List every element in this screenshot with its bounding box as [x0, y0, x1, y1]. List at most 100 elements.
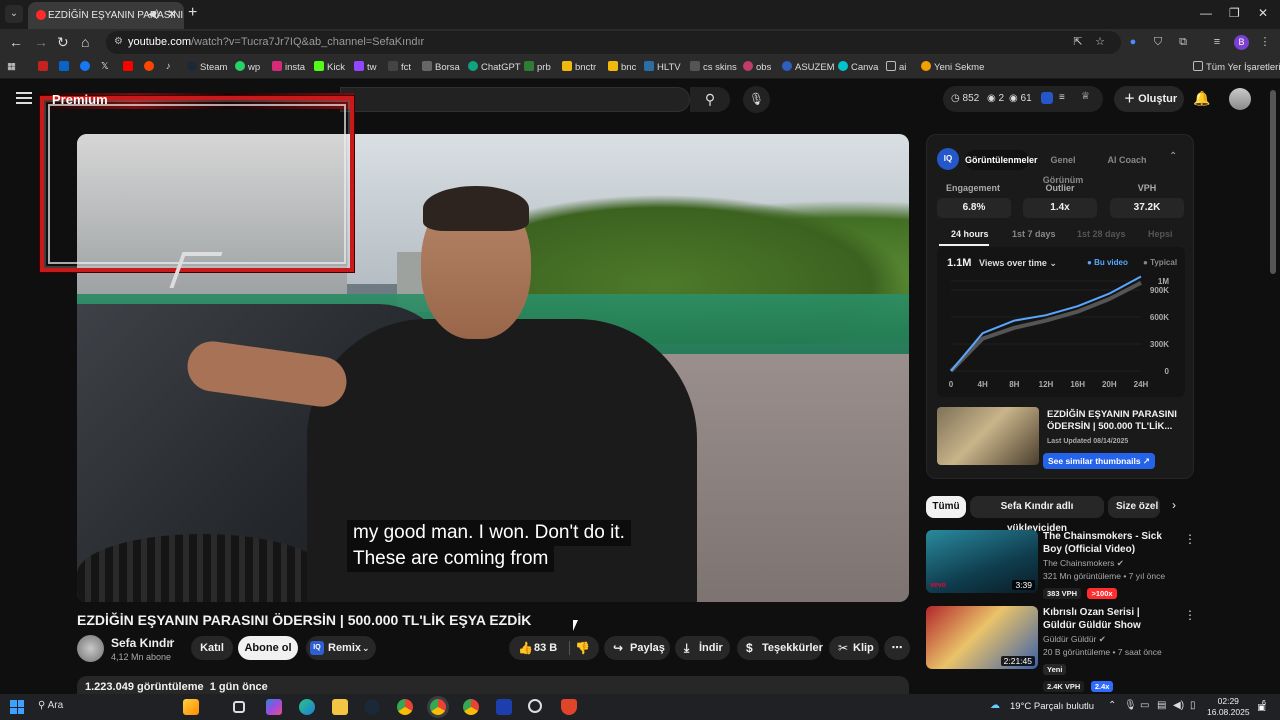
chart-metric-dropdown[interactable]: Views over time ⌄	[979, 258, 1057, 269]
bookmark-canva[interactable]: Canva	[838, 61, 878, 73]
clip-button[interactable]: ✂ Klip	[829, 636, 879, 660]
like-count[interactable]: 83 B	[534, 636, 557, 660]
display-icon[interactable]: ▭	[1140, 700, 1149, 711]
dislike-icon[interactable]: 👎	[575, 636, 590, 660]
channel-avatar[interactable]	[77, 635, 104, 662]
recommended-thumbnail[interactable]: 2:21:45	[926, 606, 1038, 669]
vidiq-icon[interactable]	[1041, 92, 1053, 104]
range-7-days[interactable]: 1st 7 days	[1012, 229, 1056, 239]
audio-icon[interactable]: ◀)	[148, 9, 159, 20]
tab-views[interactable]: Görüntülenmeler	[965, 150, 1038, 170]
chevron-up-icon[interactable]: ⌃	[1169, 151, 1177, 162]
microphone-icon[interactable]: 🎙	[743, 86, 770, 113]
copilot-icon[interactable]	[266, 699, 282, 715]
range-24-hours[interactable]: 24 hours	[951, 229, 989, 239]
tray-overflow-icon[interactable]: ⌃	[1108, 700, 1116, 711]
tab-youtube[interactable]: EZDİĞİN EŞYANIN PARASINI ◀) ✕	[28, 2, 184, 29]
search-input[interactable]	[340, 87, 690, 112]
thanks-button[interactable]: $ Teşekkürler	[737, 636, 823, 660]
remix-button[interactable]: IQ Remix ⌄	[306, 636, 376, 660]
widgets-icon[interactable]	[183, 699, 199, 715]
reddit-bookmark-icon[interactable]	[144, 61, 157, 73]
task-view-icon[interactable]	[233, 701, 245, 713]
video-thumbnail[interactable]	[937, 407, 1039, 465]
weather-text[interactable]: 19°C Parçalı bulutlu	[1010, 701, 1094, 712]
browser-menu-icon[interactable]: ⋮	[1258, 35, 1272, 49]
install-app-icon[interactable]: ⇱	[1071, 35, 1085, 49]
tiktok-bookmark-icon[interactable]: ♪	[166, 61, 171, 72]
join-button[interactable]: Katıl	[191, 636, 233, 660]
chip-for-you[interactable]: Size özel	[1108, 496, 1160, 518]
shield-icon[interactable]: ⛉	[1151, 35, 1165, 49]
chevron-right-icon[interactable]: ›	[1172, 498, 1176, 512]
taskbar-search[interactable]: ⚲ Ara	[38, 700, 63, 711]
app-icon[interactable]	[496, 699, 512, 715]
bookmark-star-icon[interactable]: ☆	[1093, 35, 1107, 49]
extension-icon[interactable]: ●	[1126, 35, 1140, 49]
share-button[interactable]: ↪ Paylaş	[604, 636, 670, 660]
bookmark-asuzem[interactable]: ASUZEM	[782, 61, 835, 73]
youtube-bookmark-icon[interactable]	[123, 61, 136, 73]
like-icon[interactable]: 👍	[518, 636, 533, 660]
media-controls-icon[interactable]: ≡	[1210, 35, 1224, 49]
extension-stats-widget[interactable]: ◷ 852 ◉ 2 ◉ 61 ≡ ♕	[943, 86, 1103, 112]
shield-app-icon[interactable]	[561, 699, 577, 715]
chip-from-uploader[interactable]: Sefa Kındır adlı yükleyiciden	[970, 496, 1104, 534]
chrome-2-icon[interactable]	[463, 699, 479, 715]
account-avatar[interactable]	[1229, 88, 1251, 110]
bookmark-cs-skins[interactable]: cs skins	[690, 61, 737, 73]
file-explorer-icon[interactable]	[332, 699, 348, 715]
microphone-tray-icon[interactable]: 🎙	[1124, 700, 1137, 711]
network-icon[interactable]: ▤	[1157, 700, 1166, 711]
bookmark-obs[interactable]: obs	[743, 61, 771, 73]
bookmark-tw[interactable]: tw	[354, 61, 377, 73]
kebab-menu-icon[interactable]: ⋮	[1184, 532, 1196, 546]
address-bar[interactable]: ⚙ youtube.com/watch?v=Tucra7Jr7IQ&ab_cha…	[106, 31, 1121, 54]
recommended-video[interactable]: vevo 3:39 The Chainsmokers - Sick Boy (O…	[926, 530, 1196, 599]
battery-icon[interactable]: ▯	[1190, 700, 1196, 711]
recommended-title[interactable]: Kıbrıslı Ozan Serisi | Güldür Güldür Sho…	[1043, 606, 1173, 632]
recommended-title[interactable]: The Chainsmokers - Sick Boy (Official Vi…	[1043, 530, 1173, 556]
search-icon[interactable]: ⚲	[690, 87, 730, 112]
profile-avatar[interactable]: B	[1234, 35, 1249, 50]
bookmark-borsa[interactable]: Borsa	[422, 61, 460, 73]
restore-button[interactable]: ❐	[1229, 6, 1240, 20]
tab-ai-coach[interactable]: AI Coach	[1099, 150, 1155, 170]
chrome-icon[interactable]	[397, 699, 413, 715]
extensions-puzzle-icon[interactable]: ⧉	[1176, 35, 1190, 49]
chip-all[interactable]: Tümü	[926, 496, 966, 518]
apps-grid-icon[interactable]: ▦	[7, 61, 16, 72]
clock[interactable]: 02:29 16.08.2025	[1207, 696, 1250, 718]
more-actions-button[interactable]: ⋯	[884, 636, 910, 660]
reload-button[interactable]: ↻	[57, 34, 69, 51]
tab-overview[interactable]: Genel Görünüm	[1031, 150, 1095, 185]
recommended-video[interactable]: 2:21:45 Kıbrıslı Ozan Serisi | Güldür Gü…	[926, 606, 1196, 675]
back-button[interactable]: ←	[9, 34, 23, 50]
bookmark-insta[interactable]: insta	[272, 61, 305, 73]
volume-icon[interactable]: ◀)	[1173, 700, 1184, 711]
bookmark-wp[interactable]: wp	[235, 61, 260, 73]
list-icon[interactable]: ≡	[1059, 92, 1065, 103]
gmail-bookmark-icon[interactable]	[38, 61, 51, 73]
download-button[interactable]: ⤓ İndir	[675, 636, 730, 660]
steam-icon[interactable]	[364, 699, 380, 715]
x-bookmark-icon[interactable]: 𝕏	[101, 61, 109, 72]
bookmark-steam[interactable]: Steam	[187, 61, 227, 73]
minimize-button[interactable]: —	[1200, 6, 1212, 20]
page-scrollbar[interactable]	[1270, 90, 1276, 274]
outlook-bookmark-icon[interactable]	[59, 61, 72, 73]
weather-icon[interactable]: ☁	[990, 700, 1000, 711]
menu-icon[interactable]	[16, 92, 32, 104]
range-28-days[interactable]: 1st 28 days	[1077, 229, 1126, 239]
close-window-button[interactable]: ✕	[1258, 6, 1268, 20]
bookmark-bnctr[interactable]: bnctr	[562, 61, 596, 73]
bookmark-folder-ai[interactable]: ai	[886, 61, 906, 73]
trophy-icon[interactable]: ♕	[1081, 91, 1090, 102]
description-box[interactable]: 1.223.049 görüntüleme 1 gün önce	[77, 676, 909, 694]
subscribe-button[interactable]: Abone ol	[238, 636, 298, 660]
recommended-thumbnail[interactable]: vevo 3:39	[926, 530, 1038, 593]
bookmark-bnc[interactable]: bnc	[608, 61, 636, 73]
new-tab-button[interactable]: +	[188, 4, 197, 22]
notification-center-icon[interactable]: ▣ 6	[1253, 699, 1270, 715]
bookmark-hltv[interactable]: HLTV	[644, 61, 681, 73]
